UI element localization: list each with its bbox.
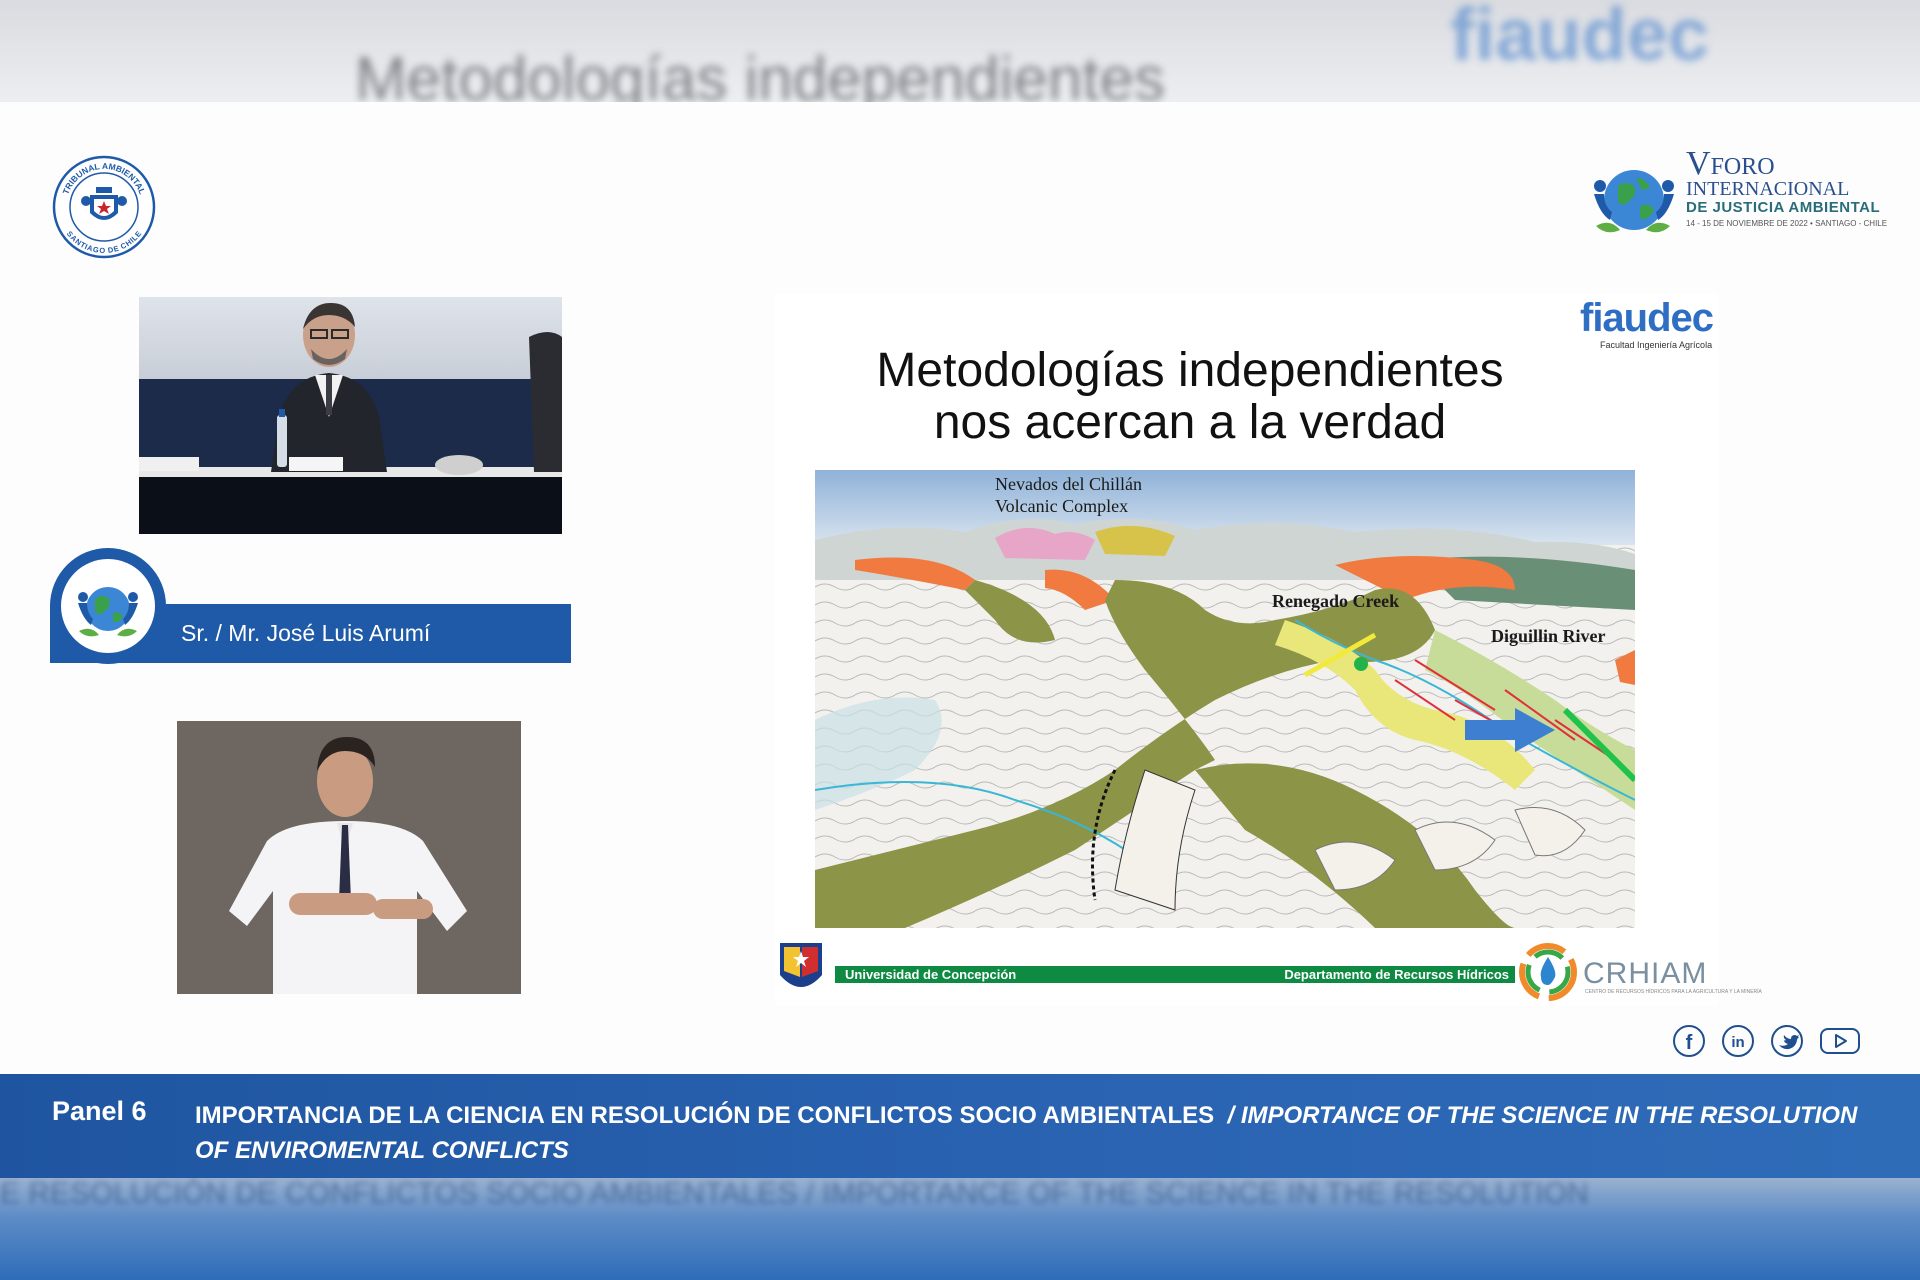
facebook-icon[interactable]: f [1672, 1024, 1706, 1058]
background-ghost-banner: E RESOLUCIÓN DE CONFLICTOS SOCIO AMBIENT… [0, 1177, 1589, 1210]
slide-footer: Universidad de Concepción Departamento d… [775, 941, 1762, 1005]
tribunal-ambiental-logo: TRIBUNAL AMBIENTAL SANTIAGO DE CHILE [52, 155, 156, 259]
background-bottom: E RESOLUCIÓN DE CONFLICTOS SOCIO AMBIENT… [0, 1175, 1920, 1280]
udec-name: Universidad de Concepción [845, 967, 1017, 982]
interpreter-video-frame [177, 721, 521, 994]
department-name: Departamento de Recursos Hídricos [1284, 967, 1509, 982]
background-top: Metodologías independientes fiaudec [0, 0, 1920, 102]
twitter-button[interactable] [1770, 1024, 1804, 1058]
svg-text:in: in [1731, 1034, 1744, 1051]
map-label-complex-line2: Volcanic Complex [995, 496, 1129, 516]
panel-label: Panel 6 [52, 1096, 147, 1126]
panel-topic-es: IMPORTANCIA DE LA CIENCIA EN RESOLUCIÓN … [195, 1102, 1215, 1129]
map-label-complex-line1: Nevados del Chillán [995, 474, 1142, 494]
linkedin-button[interactable]: in [1721, 1024, 1755, 1058]
crhiam-drop-icon [1519, 943, 1577, 1001]
map-label-river: Diguillin River [1491, 626, 1606, 646]
fiaudec-wordmark: fiaudec [1580, 296, 1714, 340]
tribunal-ambiental-seal-icon: TRIBUNAL AMBIENTAL SANTIAGO DE CHILE [52, 155, 156, 259]
youtube-button[interactable] [1819, 1024, 1861, 1058]
linkedin-icon[interactable]: in [1721, 1024, 1755, 1058]
udec-shield-icon [780, 943, 822, 987]
globe-people-icon [1594, 170, 1674, 233]
forum-line1: FORO [1710, 154, 1775, 180]
slide-title-line1: Metodologías independientes [876, 344, 1504, 397]
forum-numeral: V [1686, 145, 1711, 182]
forum-line2: INTERNACIONAL [1686, 178, 1850, 200]
geology-map: Nevados del Chillán Volcanic Complex Ren… [814, 470, 1638, 928]
background-ghost-logo: fiaudec [1450, 0, 1710, 76]
presentation-slide: Metodologías independientes nos acercan … [775, 293, 1762, 1005]
interpreter-video [177, 721, 521, 994]
panel-topic: IMPORTANCIA DE LA CIENCIA EN RESOLUCIÓN … [195, 1098, 1875, 1168]
speaker-badge [50, 548, 166, 664]
crhiam-subtitle: CENTRO DE RECURSOS HÍDRICOS PARA LA AGRI… [1585, 989, 1762, 995]
speaker-video [139, 297, 562, 534]
speaker-name: Sr. / Mr. José Luis Arumí [181, 620, 431, 646]
background-ghost-title: Metodologías independientes [355, 45, 1166, 102]
youtube-icon[interactable] [1819, 1024, 1861, 1058]
speaker-video-frame [139, 297, 562, 534]
udec-green-bar: Universidad de Concepción Departamento d… [835, 966, 1515, 983]
fiaudec-subtitle: Facultad Ingeniería Agrícola [1600, 340, 1713, 350]
crhiam-logo: CRHIAM CENTRO DE RECURSOS HÍDRICOS PARA … [1517, 941, 1762, 1003]
forum-date: 14 - 15 DE NOVIEMBRE DE 2022 • SANTIAGO … [1686, 219, 1888, 228]
slide-title: Metodologías independientes nos acercan … [775, 345, 1605, 449]
forum-logo-text: VFORO INTERNACIONAL DE JUSTICIA AMBIENTA… [1686, 147, 1888, 229]
panel-banner: Panel 6 IMPORTANCIA DE LA CIENCIA EN RES… [0, 1074, 1920, 1178]
forum-logo: VFORO INTERNACIONAL DE JUSTICIA AMBIENTA… [1580, 147, 1887, 248]
svg-text:f: f [1686, 1032, 1693, 1054]
twitter-icon[interactable] [1770, 1024, 1804, 1058]
fiaudec-logo: fiaudec Facultad Ingeniería Agrícola [1580, 296, 1715, 351]
slide-title-line2: nos acercan a la verdad [933, 396, 1447, 449]
geology-map-image [814, 470, 1638, 928]
globe-people-icon [78, 587, 138, 637]
map-label-creek: Renegado Creek [1272, 591, 1400, 611]
forum-line3: DE JUSTICIA AMBIENTAL [1686, 199, 1881, 216]
facebook-button[interactable]: f [1672, 1024, 1706, 1058]
crhiam-wordmark: CRHIAM [1583, 957, 1708, 990]
